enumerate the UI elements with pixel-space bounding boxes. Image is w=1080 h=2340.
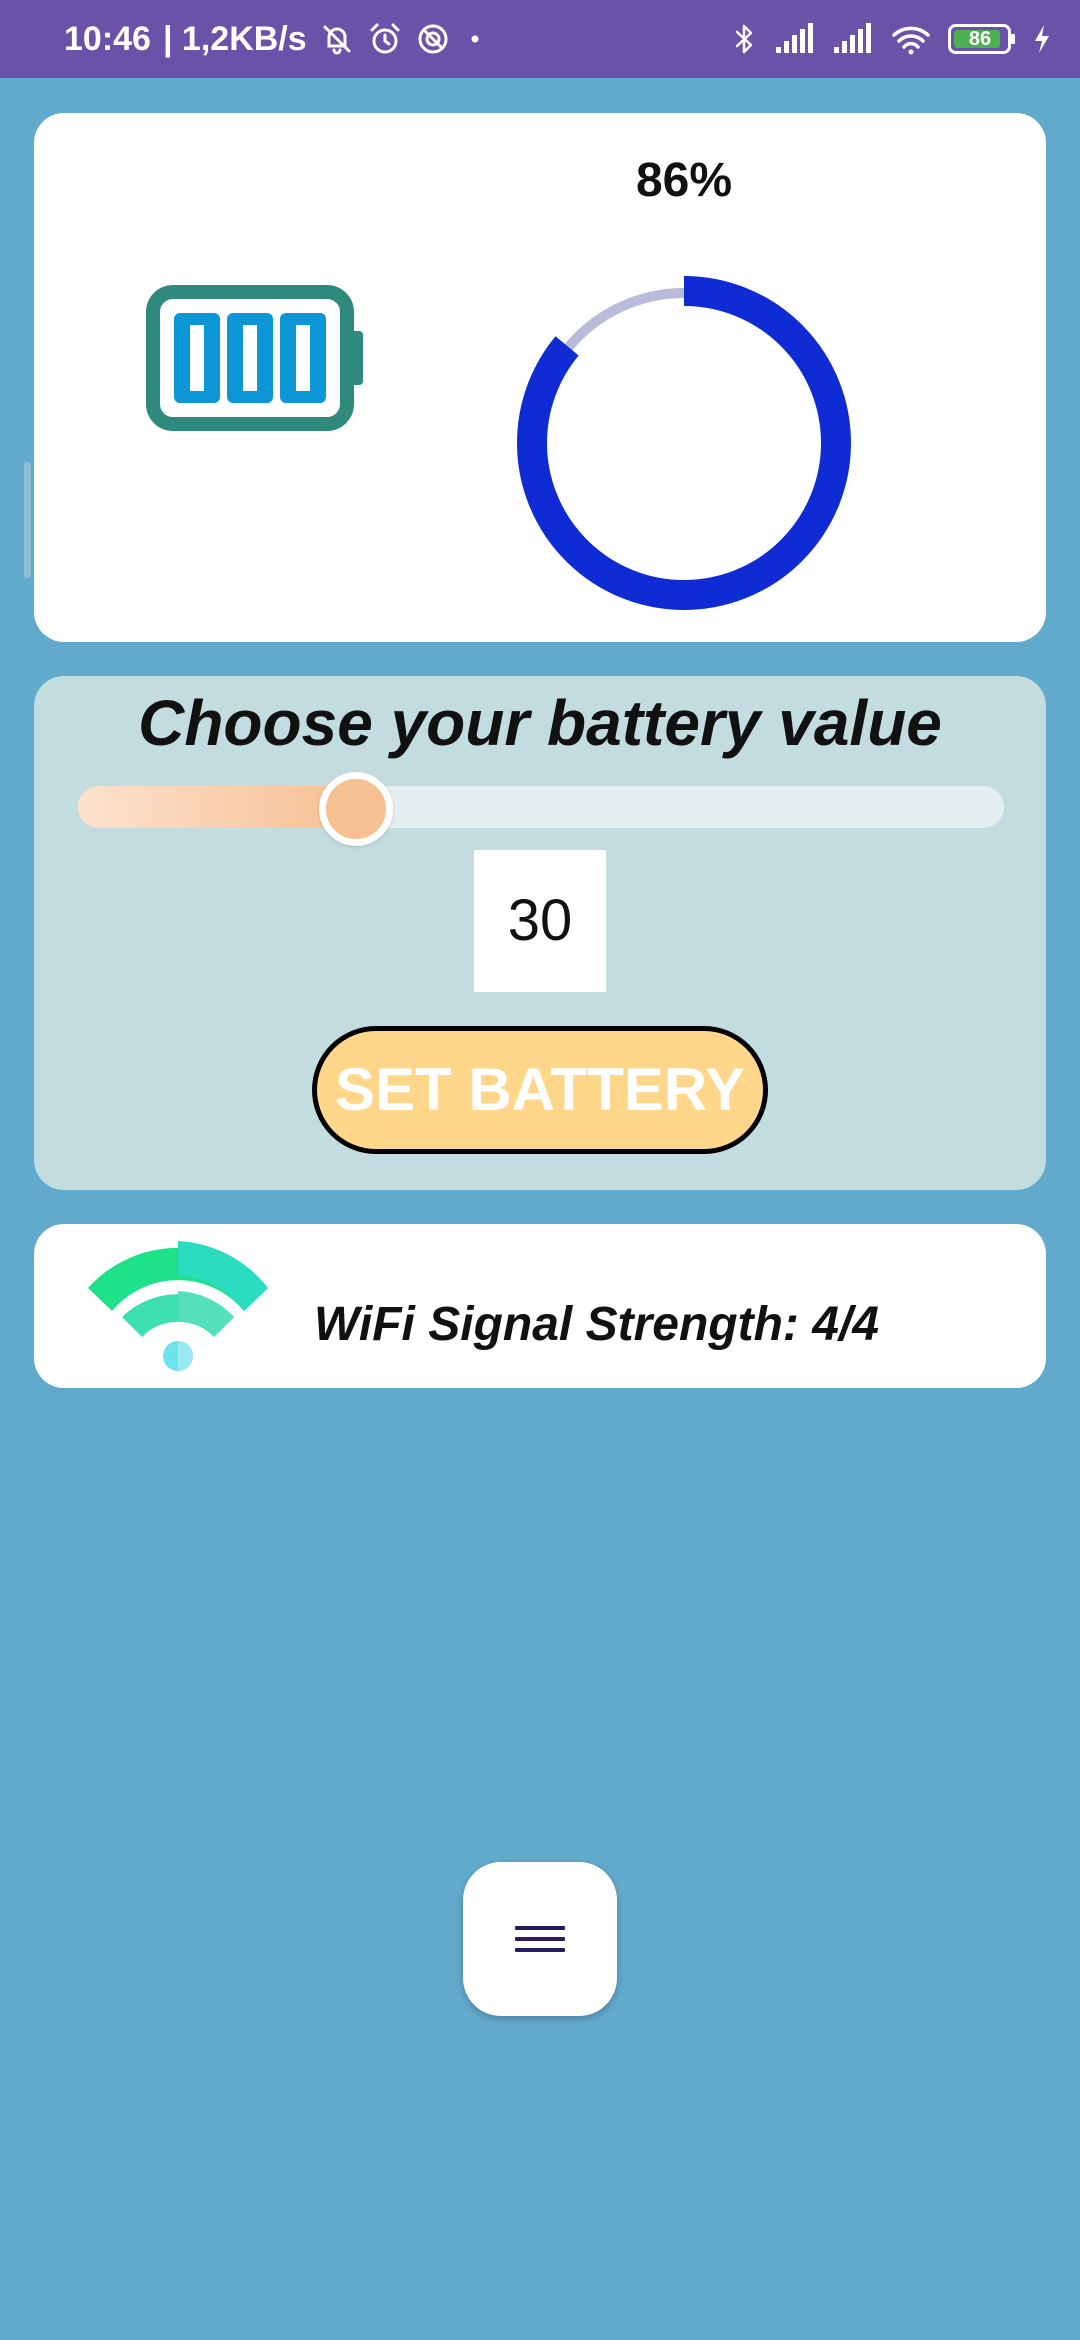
menu-button[interactable]	[463, 1862, 617, 2016]
wifi-strength-label: WiFi Signal Strength: 4/4	[314, 1298, 879, 1351]
slider-title: Choose your battery value	[138, 687, 942, 759]
wifi-icon	[890, 22, 932, 56]
battery-percent-label: 86%	[635, 154, 733, 207]
mute-icon	[319, 21, 355, 57]
wifi-icon	[88, 1241, 268, 1371]
bluetooth-icon	[732, 21, 758, 57]
do-not-disturb-icon	[415, 21, 451, 57]
battery-full-icon	[146, 285, 372, 431]
notification-dot-icon	[463, 21, 487, 57]
battery-value-display: 30	[474, 850, 606, 992]
charging-icon	[1032, 23, 1052, 55]
battery-icon: 86	[948, 24, 1016, 54]
status-bar-left: 10:46 | 1,2KB/s	[64, 0, 487, 78]
slider-fill	[78, 786, 356, 828]
battery-slider[interactable]	[78, 772, 1004, 846]
edge-handle[interactable]	[24, 462, 31, 578]
status-bar-right: 86	[732, 0, 1052, 78]
set-battery-button[interactable]: SET BATTERY	[312, 1026, 768, 1154]
status-battery-level: 86	[968, 28, 992, 50]
menu-icon	[515, 1926, 565, 1952]
battery-setter-card: Choose your battery value 30 SET BATTERY	[34, 676, 1046, 1190]
battery-card: 86%	[34, 113, 1046, 642]
slider-thumb[interactable]	[318, 772, 393, 846]
wifi-card: WiFi Signal Strength: 4/4	[34, 1224, 1046, 1388]
alarm-icon	[367, 21, 403, 57]
status-bar: 10:46 | 1,2KB/s 86	[0, 0, 1080, 78]
status-time: 10:46	[64, 19, 151, 58]
signal-icon	[774, 23, 816, 55]
battery-progress-ring	[484, 243, 884, 643]
network-speed: | 1,2KB/s	[162, 19, 307, 58]
signal-icon	[832, 23, 874, 55]
